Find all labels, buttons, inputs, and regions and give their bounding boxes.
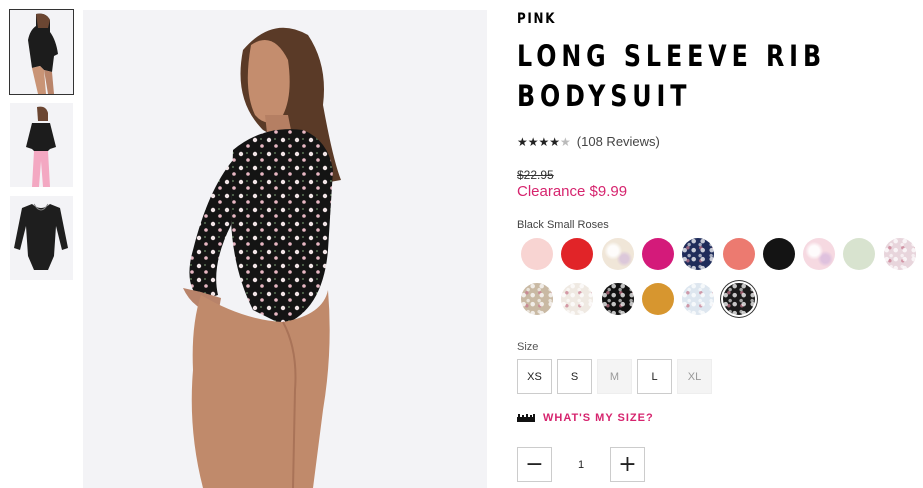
thumbnail-3[interactable] — [10, 196, 73, 280]
color-swatch-coral[interactable] — [722, 238, 755, 270]
size-label: Size — [517, 341, 539, 353]
color-swatch-cream-floral[interactable] — [561, 283, 594, 315]
color-swatch-mauve-print[interactable] — [883, 238, 916, 270]
ruler-icon — [517, 414, 535, 422]
size-option-xs[interactable]: XS — [517, 359, 552, 394]
thumbnail-2[interactable] — [10, 103, 73, 187]
color-swatch-black-small-roses[interactable] — [722, 283, 755, 315]
model-photo — [83, 10, 487, 488]
size-option-m[interactable]: M — [597, 359, 632, 394]
color-swatch-sage[interactable] — [843, 238, 876, 270]
quantity-value[interactable]: 1 — [552, 459, 610, 471]
thumbnail-1-image — [10, 10, 73, 94]
size-options: XS S M L XL — [517, 359, 717, 394]
color-swatch-mustard[interactable] — [641, 283, 674, 315]
sale-price: Clearance $9.99 — [517, 183, 628, 200]
rating[interactable]: ★★★★★ (108 Reviews) — [517, 134, 660, 149]
color-swatch-leopard[interactable] — [521, 283, 553, 315]
selected-color-label: Black Small Roses — [517, 219, 609, 231]
size-option-xl[interactable]: XL — [677, 359, 712, 394]
reviews-count[interactable]: (108 Reviews) — [577, 134, 660, 149]
thumbnail-list — [9, 9, 74, 289]
main-product-image — [83, 10, 487, 488]
brand-name[interactable]: PINK — [517, 11, 556, 27]
color-swatch-black[interactable] — [762, 238, 795, 270]
color-swatch-navy-floral[interactable] — [682, 238, 715, 270]
color-swatch-red[interactable] — [561, 238, 594, 270]
decrease-quantity-button[interactable]: − — [517, 447, 552, 482]
color-swatch-pink-tie-dye[interactable] — [803, 238, 836, 270]
quantity-stepper: − 1 + — [517, 447, 645, 482]
thumbnail-2-image — [10, 103, 73, 187]
thumbnail-1[interactable] — [9, 9, 74, 95]
thumbnail-3-image — [10, 196, 73, 280]
size-option-s[interactable]: S — [557, 359, 592, 394]
size-option-l[interactable]: L — [637, 359, 672, 394]
size-guide-label: WHAT'S MY SIZE? — [543, 412, 654, 424]
star-rating-icon: ★★★★★ — [517, 134, 571, 149]
increase-quantity-button[interactable]: + — [610, 447, 645, 482]
color-swatch-light-blue-floral[interactable] — [682, 283, 715, 315]
color-swatch-light-pink[interactable] — [521, 238, 553, 270]
product-title: LONG SLEEVE RIB BODYSUIT — [517, 39, 826, 113]
size-guide-link[interactable]: WHAT'S MY SIZE? — [517, 412, 654, 424]
color-swatch-magenta[interactable] — [641, 238, 674, 270]
original-price: $22.95 — [517, 168, 554, 182]
color-swatch-black-dot[interactable] — [601, 283, 634, 315]
color-swatch-pastel-tie-dye[interactable] — [601, 238, 634, 270]
